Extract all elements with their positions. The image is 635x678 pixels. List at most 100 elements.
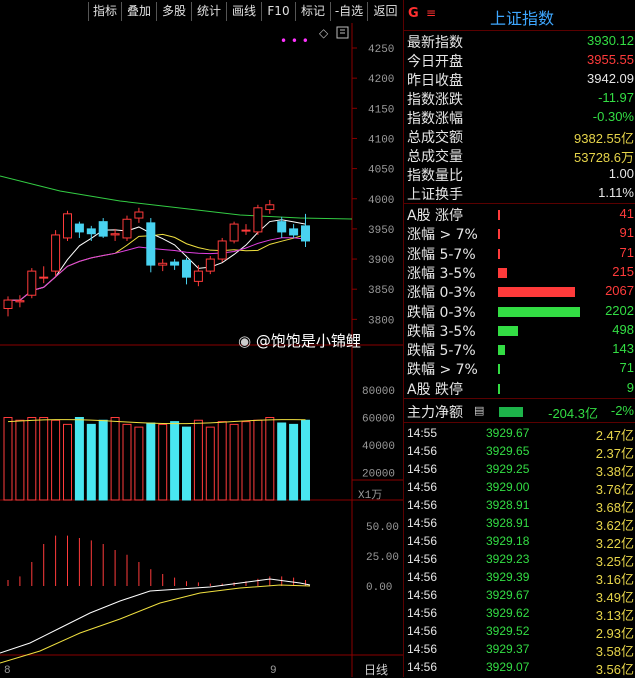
- tick-time: 14:56: [407, 624, 438, 638]
- back-button[interactable]: 返回: [367, 2, 403, 21]
- watermark-text: @饱饱是小锦鲤: [255, 332, 361, 350]
- volume-bar: [86, 423, 96, 501]
- distribution-row: 涨幅 5-7% 71: [404, 244, 635, 263]
- panel-header: G ≡ 上证指数: [404, 0, 635, 30]
- candle-body: [122, 218, 132, 239]
- volume-bar: [51, 419, 61, 501]
- menu-icon[interactable]: ≡: [426, 6, 436, 20]
- tick-row: 14:56 3928.91 3.62亿: [404, 514, 635, 533]
- stat-label: 指数涨幅: [407, 111, 463, 127]
- mark-button[interactable]: 标记: [295, 2, 330, 21]
- tick-time: 14:56: [407, 660, 438, 674]
- date-label-9: 9: [270, 665, 277, 677]
- f10-button[interactable]: F10: [261, 2, 295, 21]
- period-daily-label[interactable]: 日线: [364, 663, 388, 677]
- distribution-label: 跌幅 > 7%: [407, 362, 478, 379]
- diamond-icon[interactable]: ◇: [319, 26, 329, 40]
- tick-row: 14:56 3929.37 3.58亿: [404, 640, 635, 659]
- multi-stock-button[interactable]: 多股: [156, 2, 191, 21]
- tick-row: 14:56 3929.18 3.22亿: [404, 532, 635, 551]
- stat-value: 3955.55: [587, 52, 634, 67]
- main-flow-pct: -2%: [610, 403, 634, 418]
- tick-time: 14:56: [407, 534, 438, 548]
- candle-body: [74, 223, 84, 233]
- list-icon[interactable]: ▤: [474, 404, 484, 417]
- dif-line: [0, 578, 311, 654]
- macd-tick-label: 25.00: [366, 552, 399, 564]
- volume-tick-label: 80000: [362, 386, 395, 398]
- price-tick-label: 4250: [368, 44, 394, 56]
- distribution-label: 跌幅 3-5%: [407, 323, 476, 340]
- tick-row: 14:56 3929.52 2.93亿: [404, 622, 635, 641]
- candle-body: [253, 207, 263, 233]
- volume-bar: [289, 423, 299, 501]
- price-tick-label: 4150: [368, 104, 394, 116]
- tick-price: 3929.67: [486, 588, 530, 602]
- tick-price: 3929.37: [486, 642, 530, 656]
- distribution-row: A股 涨停 41: [404, 205, 635, 224]
- volume-bar: [182, 426, 191, 501]
- statistics-button[interactable]: 统计: [191, 2, 226, 21]
- price-tick-label: 4100: [368, 134, 394, 146]
- distribution-row: 跌幅 5-7% 143: [404, 340, 635, 359]
- main-flow-row: 主力净额 ▤ -204.3亿 -2%: [404, 402, 635, 421]
- volume-bar: [122, 423, 132, 501]
- tick-price: 3929.65: [486, 444, 530, 458]
- draw-line-button[interactable]: 画线: [226, 2, 261, 21]
- distribution-count: 143: [612, 341, 634, 357]
- distribution-bar: [498, 306, 580, 317]
- tick-price: 3928.91: [486, 516, 530, 530]
- tick-price: 3928.91: [486, 498, 530, 512]
- tick-row: 14:56 3928.91 3.68亿: [404, 496, 635, 515]
- volume-bar: [193, 419, 203, 501]
- stat-label: 指数涨跌: [407, 92, 463, 108]
- stat-row: 最新指数 3930.12: [404, 32, 635, 51]
- tick-price: 3929.00: [486, 480, 530, 494]
- distribution-count: 71: [619, 360, 634, 376]
- stat-label: 昨日收盘: [407, 73, 463, 89]
- candle-body: [301, 225, 310, 242]
- volume-bar: [110, 417, 120, 501]
- g-badge[interactable]: G: [408, 6, 419, 21]
- candle-body: [39, 276, 49, 279]
- distribution-bar: [498, 248, 500, 259]
- price-tick-label: 3900: [368, 255, 394, 267]
- volume-tick-label: 40000: [362, 441, 395, 453]
- ma-legend-dots: • • •: [280, 34, 309, 48]
- distribution-bar: [498, 345, 505, 356]
- volume-tick-label: 20000: [362, 469, 395, 481]
- indicator-button[interactable]: 指标: [88, 2, 121, 21]
- distribution-count: 2067: [605, 283, 634, 299]
- volume-bar: [205, 426, 215, 501]
- candle-body: [182, 259, 191, 278]
- distribution-count: 91: [619, 225, 634, 241]
- stat-value: 3942.09: [587, 71, 634, 86]
- distribution-label: 涨幅 5-7%: [407, 246, 476, 263]
- candle-body: [229, 223, 239, 242]
- tick-price: 3929.18: [486, 534, 530, 548]
- volume-bar: [217, 421, 227, 501]
- overlay-button[interactable]: 叠加: [121, 2, 156, 21]
- tick-time: 14:56: [407, 642, 438, 656]
- quote-panel: G ≡ 上证指数 最新指数 3930.12 今日开盘 3955.55 昨日收盘 3942.…: [403, 0, 635, 677]
- volume-bar: [134, 426, 144, 501]
- volume-bar: [170, 421, 180, 501]
- distribution-bar: [498, 364, 501, 375]
- volume-bar: [3, 417, 13, 501]
- volume-bar: [253, 419, 263, 501]
- candle-body: [27, 270, 37, 296]
- macd-tick-label: 50.00: [366, 522, 399, 534]
- distribution-row: 跌幅 0-3% 2202: [404, 302, 635, 321]
- candle-body: [289, 228, 299, 236]
- stat-row: 总成交量 53728.6万: [404, 146, 635, 165]
- stat-label: 上证换手: [407, 187, 463, 203]
- stat-row: 总成交额 9382.55亿: [404, 127, 635, 146]
- distribution-bar: [498, 383, 500, 394]
- tick-time: 14:55: [407, 426, 438, 440]
- main-flow-bar: [499, 407, 523, 417]
- volume-bar: [277, 422, 287, 501]
- stat-value: 3930.12: [587, 33, 634, 48]
- watchlist-button[interactable]: -自选: [330, 2, 367, 21]
- tick-time: 14:56: [407, 444, 438, 458]
- stat-row: 指数涨幅 -0.30%: [404, 108, 635, 127]
